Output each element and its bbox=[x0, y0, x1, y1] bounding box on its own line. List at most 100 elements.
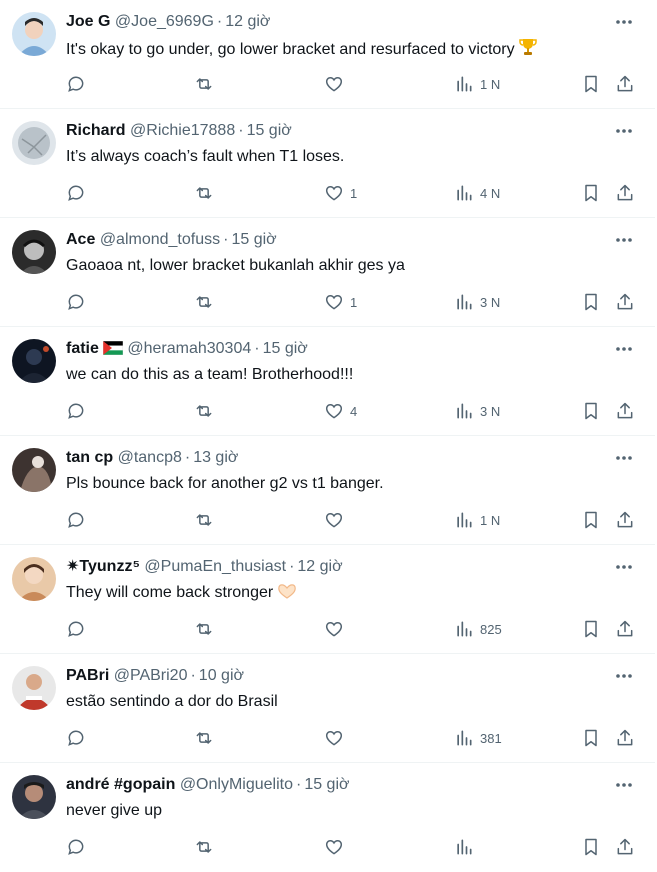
reply-button[interactable] bbox=[66, 726, 86, 750]
display-name[interactable]: ✷Tyunzz⁵ bbox=[66, 558, 140, 575]
tweet[interactable]: andré #gopain @OnlyMiguelito · 15 giờ neve… bbox=[0, 763, 655, 872]
tweet[interactable]: ✷Tyunzz⁵ @PumaEn_thusiast · 12 giờ They wi… bbox=[0, 545, 655, 654]
timestamp[interactable]: 12 giờ bbox=[225, 13, 270, 30]
share-button[interactable] bbox=[615, 835, 635, 859]
avatar[interactable] bbox=[12, 775, 56, 819]
views-button[interactable]: 825 bbox=[454, 617, 502, 641]
more-options-icon[interactable] bbox=[613, 121, 635, 141]
tweet-text: Gaoaoa nt, lower bracket bukanlah akhir … bbox=[66, 255, 405, 277]
retweet-button[interactable] bbox=[194, 508, 214, 532]
more-options-icon[interactable] bbox=[613, 666, 635, 686]
views-button[interactable]: 1 N bbox=[454, 72, 500, 96]
retweet-button[interactable] bbox=[194, 290, 214, 314]
avatar[interactable] bbox=[12, 339, 56, 383]
views-button[interactable]: 4 N bbox=[454, 181, 500, 205]
retweet-button[interactable] bbox=[194, 726, 214, 750]
retweet-button[interactable] bbox=[194, 72, 214, 96]
retweet-button[interactable] bbox=[194, 617, 214, 641]
bookmark-button[interactable] bbox=[581, 290, 601, 314]
avatar[interactable] bbox=[12, 12, 56, 56]
share-button[interactable] bbox=[615, 290, 635, 314]
more-options-icon[interactable] bbox=[613, 448, 635, 468]
like-button[interactable] bbox=[324, 72, 350, 96]
reply-button[interactable] bbox=[66, 72, 86, 96]
bookmark-button[interactable] bbox=[581, 835, 601, 859]
user-handle[interactable]: @Joe_6969G bbox=[115, 13, 214, 30]
like-button[interactable] bbox=[324, 617, 350, 641]
share-icon bbox=[617, 838, 633, 855]
bookmark-button[interactable] bbox=[581, 617, 601, 641]
like-button[interactable]: 4 bbox=[324, 399, 357, 423]
like-button[interactable] bbox=[324, 508, 350, 532]
like-button[interactable] bbox=[324, 835, 350, 859]
bookmark-button[interactable] bbox=[581, 726, 601, 750]
reply-button[interactable] bbox=[66, 290, 86, 314]
reply-button[interactable] bbox=[66, 617, 86, 641]
more-options-icon[interactable] bbox=[613, 12, 635, 32]
bookmark-icon bbox=[585, 838, 597, 856]
user-handle[interactable]: @tancp8 bbox=[118, 449, 182, 466]
reply-button[interactable] bbox=[66, 508, 86, 532]
tweet[interactable]: PABri @PABri20 · 10 giờ estão sentindo a d… bbox=[0, 654, 655, 763]
bookmark-button[interactable] bbox=[581, 399, 601, 423]
bookmark-button[interactable] bbox=[581, 181, 601, 205]
timestamp[interactable]: 13 giờ bbox=[193, 449, 238, 466]
timestamp[interactable]: 15 giờ bbox=[247, 122, 292, 139]
user-handle[interactable]: @PABri20 bbox=[114, 667, 188, 684]
more-options-icon[interactable] bbox=[613, 339, 635, 359]
avatar[interactable] bbox=[12, 557, 56, 601]
more-options-icon[interactable] bbox=[613, 230, 635, 250]
avatar[interactable] bbox=[12, 666, 56, 710]
views-button[interactable]: 1 N bbox=[454, 508, 500, 532]
timestamp[interactable]: 12 giờ bbox=[297, 558, 342, 575]
bookmark-button[interactable] bbox=[581, 508, 601, 532]
more-options-icon[interactable] bbox=[613, 557, 635, 577]
display-name[interactable]: tan cp bbox=[66, 449, 113, 466]
more-options-icon[interactable] bbox=[613, 775, 635, 795]
tweet[interactable]: Ace @almond_tofuss · 15 giờ Gaoaoa nt, low… bbox=[0, 218, 655, 327]
display-name[interactable]: Ace bbox=[66, 231, 95, 248]
user-handle[interactable]: @OnlyMiguelito bbox=[180, 776, 293, 793]
share-button[interactable] bbox=[615, 181, 635, 205]
display-name[interactable]: Richard bbox=[66, 122, 126, 139]
tweet[interactable]: fatie @heramah30304 · 15 giờ we can do thi… bbox=[0, 327, 655, 436]
user-handle[interactable]: @heramah30304 bbox=[127, 340, 251, 357]
timestamp[interactable]: 15 giờ bbox=[231, 231, 276, 248]
share-button[interactable] bbox=[615, 399, 635, 423]
display-name[interactable]: fatie bbox=[66, 340, 99, 357]
like-button[interactable] bbox=[324, 726, 350, 750]
avatar[interactable] bbox=[12, 230, 56, 274]
tweet[interactable]: tan cp @tancp8 · 13 giờ Pls bounce back fo… bbox=[0, 436, 655, 545]
retweet-button[interactable] bbox=[194, 399, 214, 423]
timestamp[interactable]: 15 giờ bbox=[304, 776, 349, 793]
timestamp[interactable]: 10 giờ bbox=[199, 667, 244, 684]
user-handle[interactable]: @almond_tofuss bbox=[100, 231, 220, 248]
display-name[interactable]: PABri bbox=[66, 667, 109, 684]
display-name[interactable]: Joe G bbox=[66, 13, 110, 30]
reply-button[interactable] bbox=[66, 181, 86, 205]
avatar[interactable] bbox=[12, 448, 56, 492]
heart-icon bbox=[325, 839, 343, 855]
tweet[interactable]: Richard @Richie17888 · 15 giờ It’s always … bbox=[0, 109, 655, 218]
timestamp[interactable]: 15 giờ bbox=[263, 340, 308, 357]
retweet-button[interactable] bbox=[194, 835, 214, 859]
share-button[interactable] bbox=[615, 726, 635, 750]
share-button[interactable] bbox=[615, 508, 635, 532]
avatar[interactable] bbox=[12, 121, 56, 165]
views-button[interactable]: 381 bbox=[454, 726, 502, 750]
share-button[interactable] bbox=[615, 72, 635, 96]
like-button[interactable]: 1 bbox=[324, 290, 357, 314]
tweet[interactable]: Joe G @Joe_6969G · 12 giờ It's okay to go … bbox=[0, 0, 655, 109]
reply-button[interactable] bbox=[66, 399, 86, 423]
views-button[interactable]: 3 N bbox=[454, 399, 500, 423]
like-button[interactable]: 1 bbox=[324, 181, 357, 205]
user-handle[interactable]: @PumaEn_thusiast bbox=[144, 558, 286, 575]
bookmark-button[interactable] bbox=[581, 72, 601, 96]
user-handle[interactable]: @Richie17888 bbox=[130, 122, 235, 139]
views-button[interactable] bbox=[454, 835, 480, 859]
reply-button[interactable] bbox=[66, 835, 86, 859]
share-button[interactable] bbox=[615, 617, 635, 641]
display-name[interactable]: andré #gopain bbox=[66, 776, 175, 793]
retweet-button[interactable] bbox=[194, 181, 214, 205]
views-button[interactable]: 3 N bbox=[454, 290, 500, 314]
